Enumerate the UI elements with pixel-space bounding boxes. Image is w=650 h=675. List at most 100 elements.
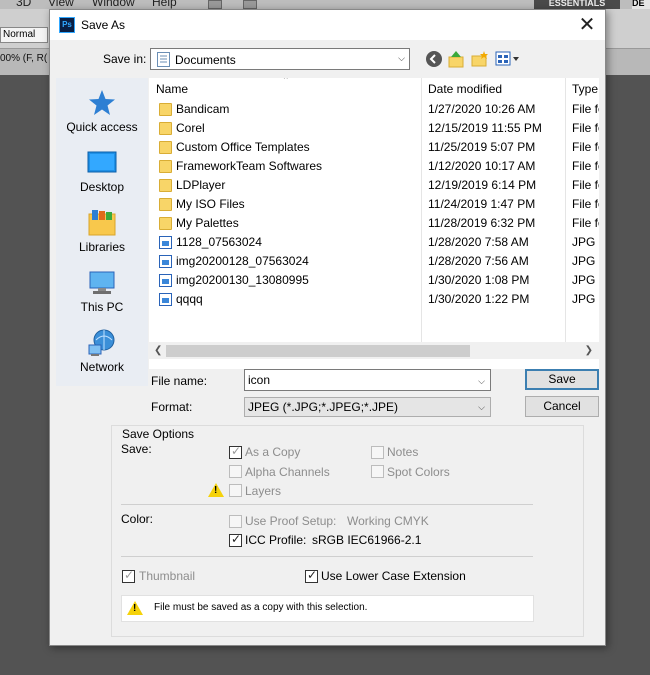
- folder-icon: [159, 198, 172, 211]
- horizontal-scrollbar[interactable]: ❮ ❯: [149, 342, 599, 359]
- layers-checkbox[interactable]: [229, 484, 242, 497]
- file-row[interactable]: img20200128_07563024 1/28/2020 7:56 AM JPG…: [149, 252, 599, 271]
- save-in-combo[interactable]: Documents ⌵: [150, 48, 410, 70]
- menu-3d[interactable]: 3D: [16, 0, 31, 9]
- folder-icon: [159, 179, 172, 192]
- file-date: 11/25/2019 5:07 PM: [428, 140, 536, 154]
- save-label: Save:: [121, 442, 152, 456]
- dialog-title: Save As: [81, 18, 126, 32]
- up-folder-icon[interactable]: [447, 50, 465, 68]
- close-icon[interactable]: ✕: [575, 13, 599, 37]
- file-type: File fo: [572, 197, 599, 211]
- star-icon: [89, 90, 115, 115]
- image-file-icon: [159, 293, 172, 306]
- place-quick-access[interactable]: Quick access: [56, 88, 148, 146]
- notes-label: Notes: [387, 445, 419, 459]
- back-icon[interactable]: [425, 50, 443, 68]
- use-proof-setup-checkbox[interactable]: [229, 515, 242, 528]
- warning-icon: [127, 601, 143, 615]
- scroll-right-icon[interactable]: ❯: [585, 342, 593, 359]
- place-this-pc[interactable]: This PC: [56, 268, 148, 326]
- file-date: 1/30/2020 1:08 PM: [428, 273, 530, 287]
- as-a-copy-checkbox[interactable]: [229, 444, 242, 459]
- column-header-name[interactable]: Name: [149, 78, 421, 100]
- cancel-button[interactable]: Cancel: [525, 396, 599, 417]
- icc-profile-checkbox[interactable]: [229, 532, 242, 547]
- color-label: Color:: [121, 512, 154, 526]
- folder-icon: [159, 217, 172, 230]
- bridge-button[interactable]: [208, 0, 222, 9]
- chevron-down-icon: ⌵: [478, 402, 485, 412]
- menu-view[interactable]: View: [48, 0, 74, 9]
- documents-icon: [157, 52, 170, 67]
- column-header-type[interactable]: Type: [565, 78, 599, 100]
- file-name: img20200130_13080995: [176, 273, 309, 287]
- file-row[interactable]: My ISO Files 11/24/2019 1:47 PM File fo: [149, 195, 599, 214]
- save-button[interactable]: Save: [525, 369, 599, 390]
- document-tab[interactable]: 00% (F, R(: [0, 53, 47, 64]
- save-in-label: Save in:: [103, 52, 147, 66]
- column-header-date[interactable]: Date modified: [421, 78, 565, 100]
- place-network[interactable]: Network: [56, 328, 148, 386]
- warning-message: File must be saved as a copy with this s…: [154, 602, 368, 613]
- file-type: JPG F: [572, 254, 599, 268]
- image-file-icon: [159, 236, 172, 249]
- save-in-value: Documents: [175, 53, 236, 67]
- chevron-down-icon[interactable]: ⌵: [478, 371, 485, 391]
- save-options-title: Save Options: [121, 427, 196, 441]
- file-row[interactable]: My Palettes 11/28/2019 6:32 PM File fo: [149, 214, 599, 233]
- file-row[interactable]: LDPlayer 12/19/2019 6:14 PM File fo: [149, 176, 599, 195]
- file-date: 1/27/2020 10:26 AM: [428, 102, 536, 116]
- thumbnail-checkbox[interactable]: [122, 568, 135, 583]
- place-label: Network: [79, 360, 124, 374]
- blend-mode-select[interactable]: Normal: [0, 27, 48, 43]
- file-row[interactable]: Corel 12/15/2019 11:55 PM File fo: [149, 119, 599, 138]
- lower-case-extension-checkbox[interactable]: [305, 568, 318, 583]
- menu-help[interactable]: Help: [152, 0, 177, 9]
- menu-window[interactable]: Window: [92, 0, 135, 9]
- alpha-channels-label: Alpha Channels: [245, 465, 330, 479]
- file-row[interactable]: FrameworkTeam Softwares 1/12/2020 10:17 A…: [149, 157, 599, 176]
- minibridge-button[interactable]: [243, 0, 257, 9]
- file-row[interactable]: Custom Office Templates 11/25/2019 5:07 P…: [149, 138, 599, 157]
- file-row[interactable]: Bandicam 1/27/2020 10:26 AM File fo: [149, 100, 599, 119]
- scroll-left-icon[interactable]: ❮: [154, 342, 162, 359]
- format-select[interactable]: JPEG (*.JPG;*.JPEG;*.JPE) ⌵: [244, 397, 491, 417]
- file-row[interactable]: img20200130_13080995 1/30/2020 1:08 PM JPG…: [149, 271, 599, 290]
- place-desktop[interactable]: Desktop: [56, 148, 148, 206]
- scrollbar-thumb[interactable]: [166, 345, 470, 357]
- save-as-dialog: Ps Save As ✕ Save in: Documents ⌵ Quick …: [49, 9, 606, 646]
- dialog-titlebar: Ps Save As ✕: [50, 10, 605, 40]
- file-name-input[interactable]: icon ⌵: [244, 369, 491, 391]
- file-row[interactable]: 1128_07563024 1/28/2020 7:58 AM JPG F: [149, 233, 599, 252]
- icc-profile-value: sRGB IEC61966-2.1: [312, 533, 422, 547]
- network-icon: [88, 329, 115, 356]
- folder-icon: [159, 122, 172, 135]
- alpha-channels-checkbox[interactable]: [229, 465, 242, 478]
- workspace-essentials[interactable]: ESSENTIALS: [534, 0, 620, 9]
- view-menu-icon[interactable]: [495, 50, 521, 68]
- divider: [121, 504, 533, 505]
- chevron-down-icon: ⌵: [398, 53, 405, 63]
- spot-colors-label: Spot Colors: [387, 465, 450, 479]
- place-label: Quick access: [66, 120, 138, 134]
- file-name: Corel: [176, 121, 205, 135]
- notes-checkbox[interactable]: [371, 446, 384, 459]
- computer-icon: [89, 271, 115, 294]
- warning-icon: [208, 483, 224, 497]
- spot-colors-checkbox[interactable]: [371, 465, 384, 478]
- folder-icon: [159, 103, 172, 116]
- file-date: 1/30/2020 1:22 PM: [428, 292, 530, 306]
- file-date: 1/28/2020 7:58 AM: [428, 235, 529, 249]
- file-name: 1128_07563024: [176, 235, 262, 249]
- workspace-next[interactable]: DE: [632, 0, 650, 9]
- file-list[interactable]: ⌃ Name Date modified Type Bandicam 1/27/2…: [149, 78, 599, 369]
- desktop-icon: [87, 151, 117, 173]
- new-folder-icon[interactable]: [471, 50, 489, 68]
- file-type: File fo: [572, 178, 599, 192]
- place-libraries[interactable]: Libraries: [56, 208, 148, 266]
- photoshop-app-icon: Ps: [59, 17, 75, 33]
- file-row[interactable]: qqqq 1/30/2020 1:22 PM JPG F: [149, 290, 599, 309]
- image-file-icon: [159, 255, 172, 268]
- file-type: File fo: [572, 102, 599, 116]
